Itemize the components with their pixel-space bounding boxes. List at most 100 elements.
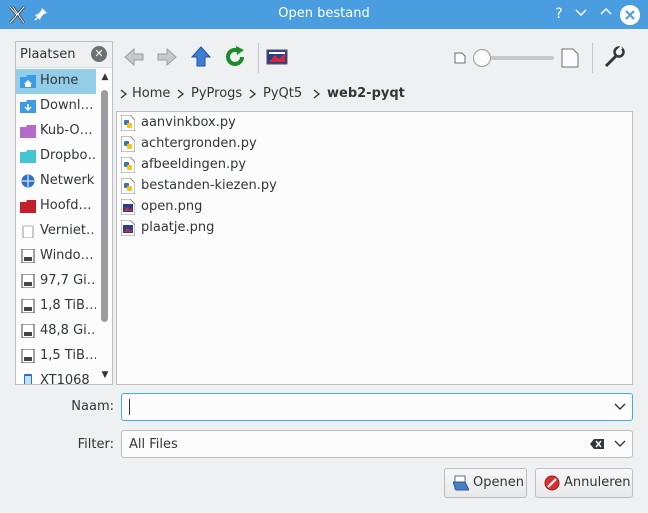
chevron-down-icon — [575, 9, 587, 17]
places-item-label: Home — [40, 73, 79, 88]
name-label: Naam: — [71, 399, 114, 414]
chevron-down-icon[interactable] — [614, 400, 626, 412]
open-button[interactable]: Openen — [444, 468, 527, 498]
drive-icon — [21, 274, 35, 288]
file-name: achtergronden.py — [141, 136, 257, 151]
arrow-up-icon — [190, 46, 212, 67]
places-item[interactable]: Downl… — [16, 94, 96, 119]
scroll-up-icon[interactable]: ▲ — [100, 72, 110, 84]
file-name: afbeeldingen.py — [141, 157, 247, 172]
places-item[interactable]: XT1068 — [16, 369, 96, 385]
places-item-label: XT1068 — [40, 373, 90, 385]
breadcrumb: Home PyProgs PyQt5 web2-pyqt — [118, 84, 634, 106]
help-button[interactable]: ? — [549, 4, 569, 24]
file-list[interactable]: aanvinkbox.py achtergronden.py afbeeldinge… — [116, 111, 633, 385]
large-icon-size-icon — [561, 48, 579, 68]
preview-button[interactable] — [265, 45, 291, 71]
folder-icon — [20, 125, 36, 138]
title-bar: Open bestand ? — [0, 0, 648, 29]
chevron-up-icon — [600, 7, 612, 15]
text-cursor — [129, 399, 130, 415]
clear-text-icon[interactable] — [590, 439, 604, 449]
places-item[interactable]: 97,7 Gi… — [16, 269, 96, 294]
folder-icon — [20, 150, 36, 163]
places-item-label: Dropbo… — [40, 148, 96, 163]
places-item-label: Hoofd… — [40, 198, 92, 213]
image-file-icon — [121, 199, 135, 215]
chevron-right-icon[interactable] — [249, 89, 257, 99]
places-item-label: Netwerk — [40, 173, 95, 188]
filter-combobox[interactable]: All Files — [121, 430, 633, 458]
places-item-label: Verniet… — [40, 223, 96, 238]
places-item[interactable]: Home — [16, 69, 96, 94]
chevron-right-icon[interactable] — [177, 89, 185, 99]
maximize-button[interactable] — [596, 4, 616, 24]
breadcrumb-pyqt5[interactable]: PyQt5 — [263, 86, 302, 101]
filter-value: All Files — [129, 437, 178, 452]
places-item[interactable]: Windo… — [16, 244, 96, 269]
places-item[interactable]: Dropbo… — [16, 144, 96, 169]
downloads-folder-icon — [20, 100, 36, 113]
root-folder-icon — [20, 200, 36, 213]
scroll-down-icon[interactable]: ▼ — [100, 370, 110, 382]
cancel-button-label: Annuleren — [564, 475, 631, 490]
file-name: open.png — [141, 199, 203, 214]
python-file-icon — [121, 136, 135, 152]
breadcrumb-current[interactable]: web2-pyqt — [327, 86, 405, 101]
places-item[interactable]: 1,8 TiB… — [16, 294, 96, 319]
small-icon-size-icon — [454, 52, 466, 64]
name-input[interactable] — [121, 393, 633, 421]
chevron-right-icon[interactable] — [120, 89, 128, 99]
close-icon — [625, 10, 635, 20]
minimize-button[interactable] — [571, 4, 591, 24]
places-item[interactable]: 48,8 Gi… — [16, 319, 96, 344]
reload-button[interactable] — [223, 45, 249, 71]
breadcrumb-home[interactable]: Home — [132, 86, 170, 101]
drive-icon — [21, 324, 35, 338]
forward-button[interactable] — [155, 45, 181, 71]
places-item[interactable]: Verniet… — [16, 219, 96, 244]
places-item-label: Kub-O… — [40, 123, 93, 138]
chevron-down-icon[interactable] — [614, 437, 626, 449]
toolbar-separator — [258, 43, 259, 73]
arrow-left-icon — [124, 47, 144, 67]
arrow-right-icon — [157, 47, 177, 67]
toolbar-separator — [592, 43, 593, 73]
reload-icon — [226, 46, 244, 66]
filter-label: Filter: — [77, 437, 114, 452]
options-button[interactable] — [602, 45, 628, 71]
places-item[interactable]: Hoofd… — [16, 194, 96, 219]
image-file-icon — [121, 220, 135, 236]
wrench-icon — [604, 46, 625, 68]
chevron-right-icon[interactable] — [313, 89, 321, 99]
cancel-button[interactable]: Annuleren — [535, 468, 633, 498]
places-item-label: 1,5 TiB… — [40, 348, 96, 363]
breadcrumb-pyprogs[interactable]: PyProgs — [191, 86, 242, 101]
places-header: Plaatsen ✕ — [16, 42, 112, 68]
places-item-label: 1,8 TiB… — [40, 298, 96, 313]
back-button[interactable] — [122, 45, 148, 71]
file-name: bestanden-kiezen.py — [141, 178, 277, 193]
up-button[interactable] — [189, 45, 215, 71]
places-item[interactable]: Kub-O… — [16, 119, 96, 144]
cancel-icon — [544, 475, 560, 491]
places-item[interactable]: Netwerk — [16, 169, 96, 194]
places-item[interactable]: 1,5 TiB… — [16, 344, 96, 369]
drive-icon — [21, 349, 35, 363]
image-preview-icon — [266, 49, 288, 65]
open-button-label: Openen — [473, 475, 524, 490]
places-scrollbar[interactable]: ▲ ▼ — [100, 70, 110, 382]
home-folder-icon — [20, 75, 36, 88]
file-name: plaatje.png — [141, 220, 215, 235]
places-item-label: 97,7 Gi… — [40, 273, 96, 288]
zoom-slider-handle[interactable] — [473, 49, 491, 67]
close-button[interactable] — [620, 5, 640, 25]
places-title: Plaatsen — [20, 47, 76, 62]
places-item-label: Downl… — [40, 98, 94, 113]
open-file-icon — [453, 475, 469, 491]
network-icon — [21, 174, 35, 188]
file-name: aanvinkbox.py — [141, 115, 236, 130]
places-close-button[interactable]: ✕ — [91, 46, 107, 62]
places-item-label: Windo… — [40, 248, 94, 263]
scrollbar-thumb[interactable] — [101, 90, 108, 322]
